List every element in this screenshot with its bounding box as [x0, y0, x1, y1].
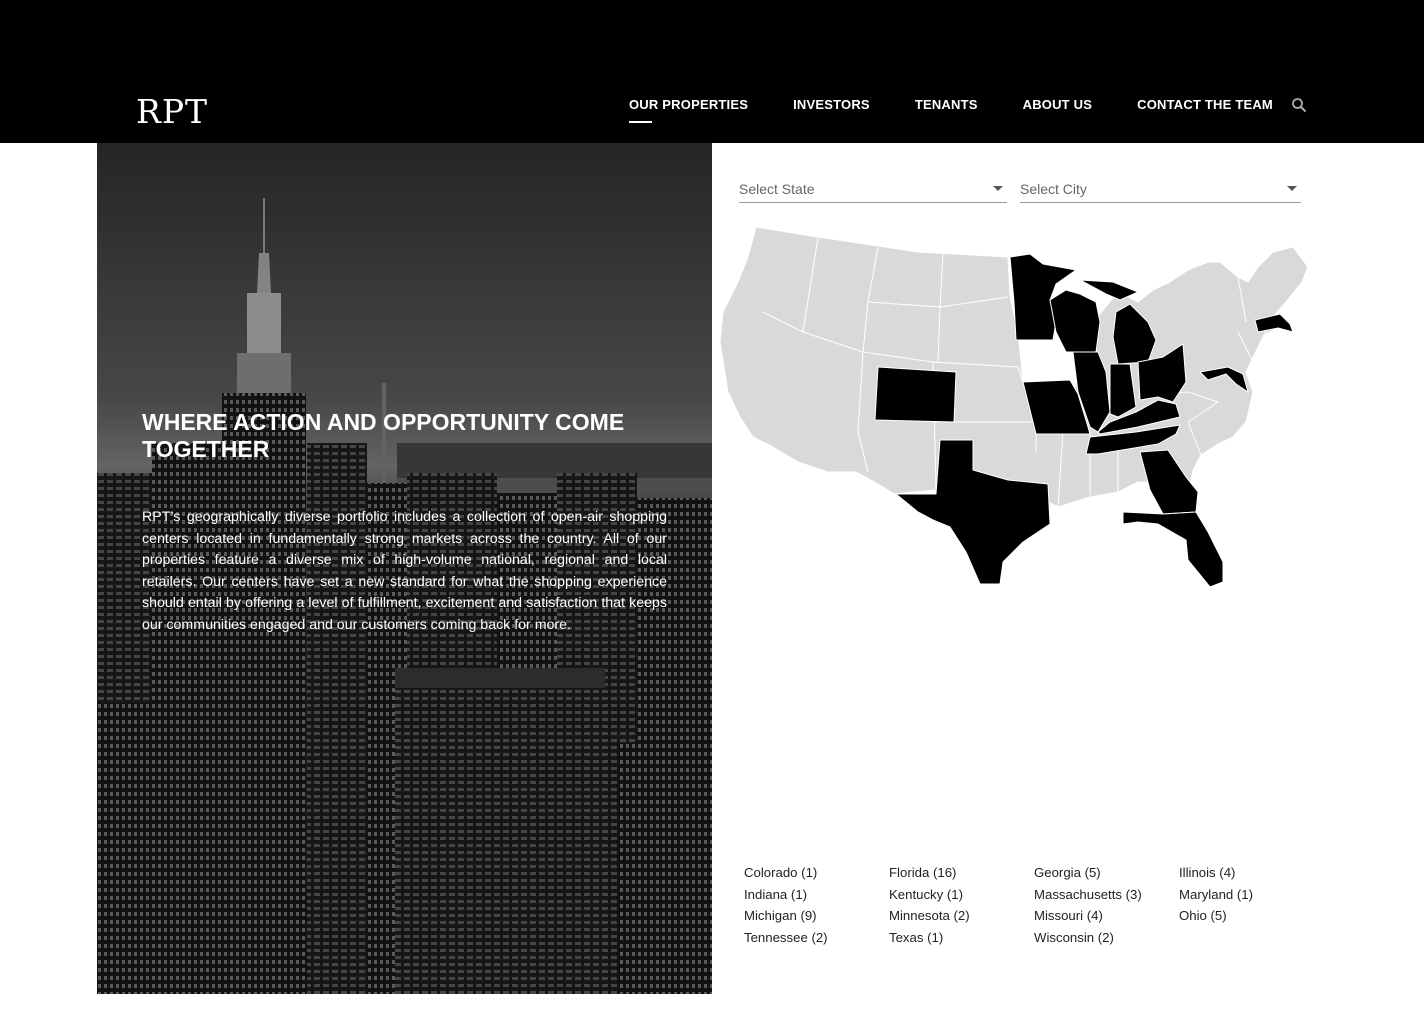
hero-description: RPT’s geographically diverse portfolio i… [142, 509, 667, 633]
state-link-kentucky[interactable]: Kentucky (1) [889, 886, 1034, 904]
city-select[interactable]: Select City [1020, 176, 1301, 203]
state-link-texas[interactable]: Texas (1) [889, 929, 1034, 947]
rpt-logo[interactable]: RPT [136, 94, 208, 130]
hero-panel: WHERE ACTION AND OPPORTUNITY COME TOGETH… [97, 143, 712, 994]
search-icon[interactable] [1291, 97, 1307, 113]
nav-our-properties[interactable]: OUR PROPERTIES [629, 97, 748, 123]
state-link-maryland[interactable]: Maryland (1) [1179, 886, 1324, 904]
chevron-down-icon [1287, 186, 1297, 191]
state-link-tennessee[interactable]: Tennessee (2) [744, 929, 889, 947]
state-select-placeholder: Select State [739, 181, 815, 197]
main-nav: OUR PROPERTIES INVESTORS TENANTS ABOUT U… [629, 97, 1273, 123]
state-link-minnesota[interactable]: Minnesota (2) [889, 907, 1034, 925]
chevron-down-icon [993, 186, 1003, 191]
state-link-missouri[interactable]: Missouri (4) [1034, 907, 1179, 925]
state-link-colorado[interactable]: Colorado (1) [744, 864, 889, 882]
hero-title: WHERE ACTION AND OPPORTUNITY COME TOGETH… [142, 409, 625, 462]
site-header: RPT OUR PROPERTIES INVESTORS TENANTS ABO… [0, 0, 1424, 143]
state-link-ohio[interactable]: Ohio (5) [1179, 907, 1324, 925]
city-select-placeholder: Select City [1020, 181, 1087, 197]
nav-about-us[interactable]: ABOUT US [1023, 97, 1093, 113]
state-link-michigan[interactable]: Michigan (9) [744, 907, 889, 925]
us-properties-map [719, 226, 1309, 588]
nav-contact-the-team[interactable]: CONTACT THE TEAM [1137, 97, 1273, 113]
state-list: Colorado (1) Florida (16) Georgia (5) Il… [744, 864, 1324, 947]
state-select[interactable]: Select State [739, 176, 1007, 203]
nav-investors[interactable]: INVESTORS [793, 97, 870, 113]
state-link-georgia[interactable]: Georgia (5) [1034, 864, 1179, 882]
state-link-massachusetts[interactable]: Massachusetts (3) [1034, 886, 1179, 904]
map-state-colorado[interactable] [874, 366, 957, 423]
state-link-illinois[interactable]: Illinois (4) [1179, 864, 1324, 882]
state-link-wisconsin[interactable]: Wisconsin (2) [1034, 929, 1179, 947]
state-link-indiana[interactable]: Indiana (1) [744, 886, 889, 904]
map-state-wisconsin[interactable] [1049, 289, 1101, 353]
state-link-florida[interactable]: Florida (16) [889, 864, 1034, 882]
nav-tenants[interactable]: TENANTS [915, 97, 978, 113]
map-state-florida[interactable] [1122, 511, 1224, 588]
